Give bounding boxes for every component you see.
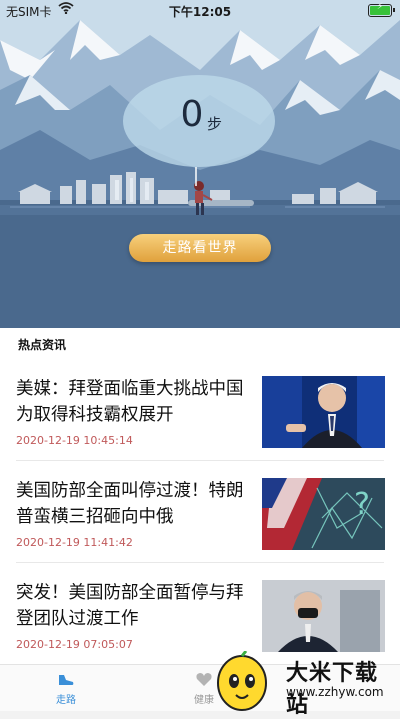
walk-world-button[interactable]: 走路看世界 <box>129 234 271 262</box>
divider <box>16 562 384 563</box>
section-title: 热点资讯 <box>18 338 67 352</box>
watermark-url: www.zzhyw.com <box>286 685 384 699</box>
step-count: 0 <box>180 94 204 135</box>
news-headline: 突发！美国防部全面暂停与拜登团队过渡工作 <box>16 583 244 629</box>
shoe-icon <box>56 669 76 689</box>
clock: 下午12:05 <box>168 5 232 19</box>
svg-text:?: ? <box>354 487 370 522</box>
news-timestamp: 2020-12-19 10:45:14 <box>16 434 133 447</box>
news-timestamp: 2020-12-19 07:05:07 <box>16 638 133 651</box>
news-item[interactable]: 美媒：拜登面临重大挑战中国为取得科技霸权展开 2020-12-19 10:45:… <box>0 376 400 484</box>
status-bar: 无SIM卡 下午12:05 ⚡ <box>0 0 400 22</box>
news-headline: 美国防部全面叫停过渡！特朗普蛮横三招砸向中俄 <box>16 481 244 527</box>
tab-label: 走路 <box>56 695 76 706</box>
site-watermark: 大米下载站 www.zzhyw.com <box>200 651 400 718</box>
news-headline: 美媒：拜登面临重大挑战中国为取得科技霸权展开 <box>16 379 244 425</box>
rice-mascot-logo <box>217 651 267 711</box>
tab-walk[interactable]: 走路 <box>26 669 106 706</box>
news-thumbnail <box>262 580 385 652</box>
news-timestamp: 2020-12-19 11:41:42 <box>16 536 133 549</box>
news-thumbnail: ? <box>262 478 385 550</box>
battery-charging-icon: ⚡ <box>368 2 395 17</box>
news-item[interactable]: 美国防部全面叫停过渡！特朗普蛮横三招砸向中俄 2020-12-19 11:41:… <box>0 478 400 586</box>
news-thumbnail <box>262 376 385 448</box>
step-unit: 步 <box>207 115 223 133</box>
walking-scene: 0 步 走路看世界 <box>0 0 400 328</box>
hot-news-section: 热点资讯 美媒：拜登面临重大挑战中国为取得科技霸权展开 2020-12-19 1… <box>0 328 400 664</box>
divider <box>16 460 384 461</box>
